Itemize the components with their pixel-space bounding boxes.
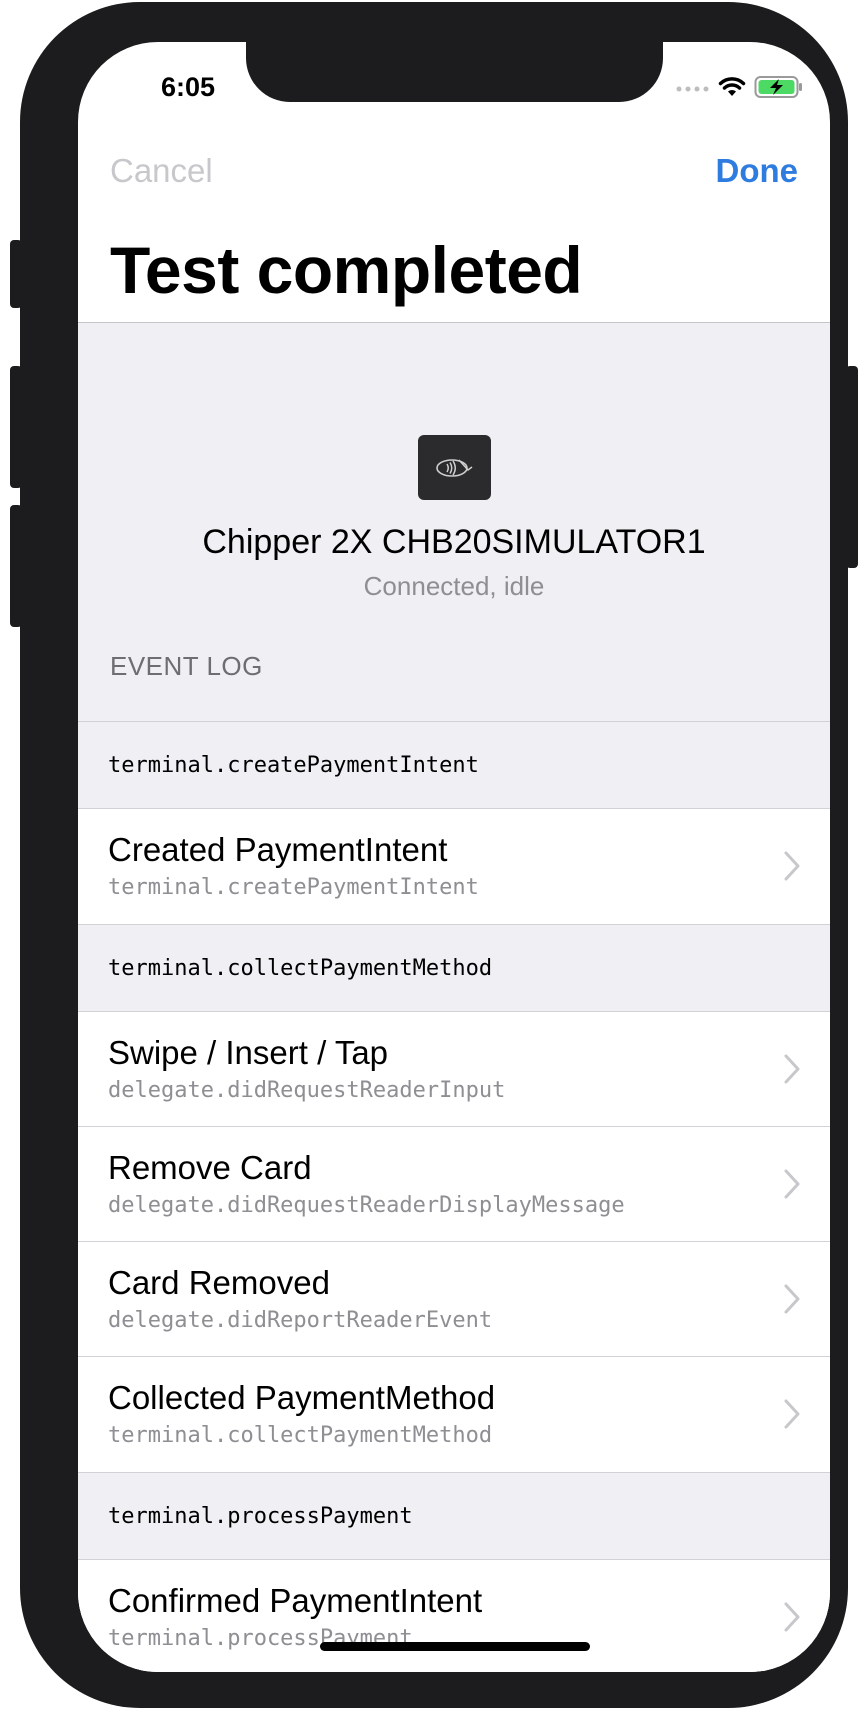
cancel-button[interactable]: Cancel	[110, 152, 213, 190]
event-title: Collected PaymentMethod	[108, 1379, 496, 1416]
done-button[interactable]: Done	[716, 152, 799, 190]
reader-name: Chipper 2X CHB20SIMULATOR1	[202, 523, 706, 561]
chevron-right-icon	[784, 1399, 800, 1429]
chevron-right-icon	[784, 1602, 800, 1632]
status-icons	[676, 74, 804, 100]
event-subtitle: delegate.didRequestReaderInput	[108, 1078, 506, 1103]
mute-switch	[10, 240, 22, 308]
chevron-right-icon	[784, 1054, 800, 1084]
event-title: Card Removed	[108, 1264, 330, 1301]
event-subtitle: terminal.createPaymentIntent	[108, 875, 479, 900]
device-frame: 6:05 Cancel Done Test completed Chipper …	[20, 2, 848, 1708]
log-group-header: terminal.processPayment	[78, 1472, 830, 1560]
event-row[interactable]: Remove Card delegate.didRequestReaderDis…	[78, 1127, 830, 1242]
page-title: Test completed	[110, 233, 583, 307]
event-row[interactable]: Confirmed PaymentIntent terminal.process…	[78, 1560, 830, 1672]
event-subtitle: delegate.didRequestReaderDisplayMessage	[108, 1193, 625, 1218]
event-log-list: terminal.createPaymentIntent Created Pay…	[78, 721, 830, 1672]
notch	[246, 42, 663, 102]
content-area: Chipper 2X CHB20SIMULATOR1 Connected, id…	[78, 323, 830, 1672]
event-log-header: EVENT LOG	[110, 651, 263, 681]
contactless-reader-icon	[418, 435, 491, 500]
log-group-header: terminal.createPaymentIntent	[78, 721, 830, 809]
event-subtitle: delegate.didReportReaderEvent	[108, 1308, 493, 1333]
home-indicator[interactable]	[320, 1642, 590, 1651]
chevron-right-icon	[784, 1284, 800, 1314]
event-title: Created PaymentIntent	[108, 831, 448, 868]
volume-down-button	[10, 505, 22, 627]
battery-charging-icon	[754, 76, 802, 98]
volume-up-button	[10, 366, 22, 488]
wifi-icon	[718, 77, 746, 96]
event-row[interactable]: Created PaymentIntent terminal.createPay…	[78, 809, 830, 924]
event-title: Remove Card	[108, 1149, 312, 1186]
power-button	[846, 366, 858, 568]
log-group-header: terminal.collectPaymentMethod	[78, 924, 830, 1012]
event-row[interactable]: Card Removed delegate.didReportReaderEve…	[78, 1242, 830, 1357]
event-subtitle: terminal.collectPaymentMethod	[108, 1423, 493, 1448]
chevron-right-icon	[784, 1169, 800, 1199]
event-row[interactable]: Collected PaymentMethod terminal.collect…	[78, 1357, 830, 1472]
status-time: 6:05	[160, 72, 216, 102]
reader-status: Connected, idle	[363, 571, 545, 601]
screen: 6:05 Cancel Done Test completed Chipper …	[78, 42, 830, 1672]
event-row[interactable]: Swipe / Insert / Tap delegate.didRequest…	[78, 1012, 830, 1127]
event-title: Swipe / Insert / Tap	[108, 1034, 389, 1071]
signal-icon	[676, 86, 709, 92]
event-title: Confirmed PaymentIntent	[108, 1582, 483, 1619]
chevron-right-icon	[784, 851, 800, 881]
